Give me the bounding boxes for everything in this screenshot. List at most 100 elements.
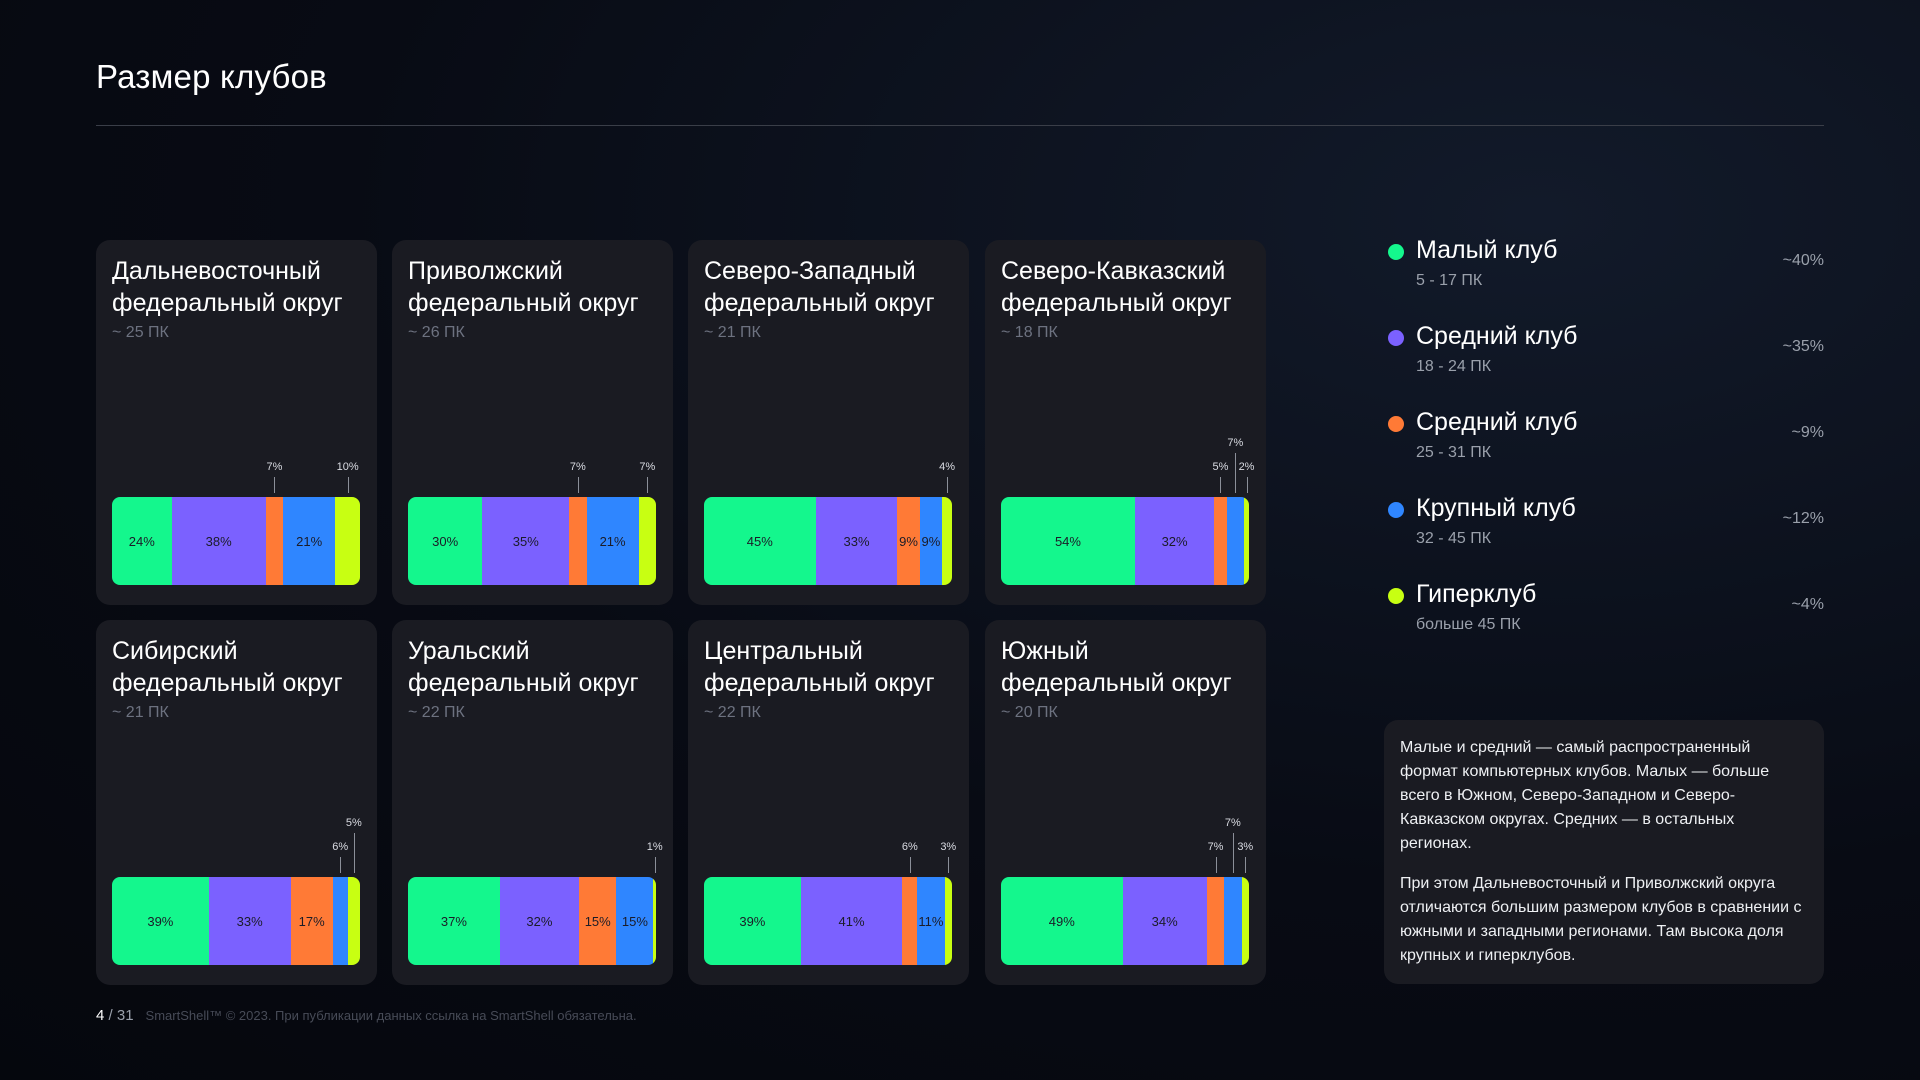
bar-segment-medium2: [1214, 497, 1227, 585]
legend-dot-icon: [1388, 244, 1404, 260]
callout-label: 7%: [266, 461, 283, 473]
legend-range: 18 - 24 ПК: [1416, 358, 1492, 375]
region-card: Южный федеральный округ ~ 20 ПК 49% 34% 7% 7% 3…: [985, 620, 1266, 985]
copyright: SmartShell™ © 2023. При публикации данны…: [145, 1008, 637, 1023]
legend-dot-icon: [1388, 502, 1404, 518]
legend-range: больше 45 ПК: [1416, 616, 1521, 633]
region-title-line: Южный: [1001, 637, 1089, 665]
callout-label: 7%: [569, 461, 586, 473]
region-title-line: федеральный округ: [1001, 289, 1232, 317]
region-title-line: Приволжский: [408, 257, 563, 285]
region-title: Уральский федеральный округ: [408, 635, 668, 699]
region-title: Приволжский федеральный округ: [408, 255, 668, 319]
legend-share: ~12%: [1782, 510, 1824, 527]
legend-name: Крупный клуб: [1416, 494, 1576, 522]
stacked-bar: 49% 34%: [1001, 877, 1249, 965]
legend-dot-icon: [1388, 330, 1404, 346]
bar-segment-small: 54%: [1001, 497, 1135, 585]
note-box: Малые и средний — самый распространенный…: [1384, 720, 1824, 984]
callout-line: [1232, 833, 1234, 873]
region-pc-count: ~ 18 ПК: [1001, 324, 1058, 341]
stacked-bar: 24% 38% 21%: [112, 497, 360, 585]
legend-item: Средний клуб 25 - 31 ПК ~9%: [1388, 408, 1824, 472]
bar-segment-medium: 35%: [482, 497, 570, 585]
callout-line: [647, 477, 649, 493]
legend-range: 25 - 31 ПК: [1416, 444, 1492, 461]
bar-segment-hyper: [944, 877, 952, 965]
callout-label: 5%: [1212, 461, 1229, 473]
bar-segment-small: 45%: [704, 497, 816, 585]
stacked-bar: 39% 41% 11%: [704, 877, 952, 965]
region-card: Сибирский федеральный округ ~ 21 ПК 39% 33% 1…: [96, 620, 377, 985]
region-pc-count: ~ 22 ПК: [408, 704, 465, 721]
bar-segment-large: 21%: [586, 497, 639, 585]
legend-dot-icon: [1388, 588, 1404, 604]
bar-segment-small: 30%: [408, 497, 483, 585]
legend-share: ~4%: [1791, 596, 1824, 613]
region-pc-count: ~ 21 ПК: [112, 704, 169, 721]
callout-line: [1245, 857, 1247, 873]
region-title: Дальневосточный федеральный округ: [112, 255, 372, 319]
region-pc-count: ~ 26 ПК: [408, 324, 465, 341]
legend-range: 32 - 45 ПК: [1416, 530, 1492, 547]
region-title-line: федеральный округ: [112, 669, 343, 697]
callout-line: [909, 857, 911, 873]
note-paragraph-1: Малые и средний — самый распространенный…: [1400, 739, 1770, 852]
region-pc-count: ~ 25 ПК: [112, 324, 169, 341]
callout-label: 6%: [901, 841, 918, 853]
legend-item: Малый клуб 5 - 17 ПК ~40%: [1388, 236, 1824, 300]
bar-segment-medium: 33%: [815, 497, 898, 585]
region-title-line: Сибирский: [112, 637, 238, 665]
region-title: Центральный федеральный округ: [704, 635, 964, 699]
legend-range: 5 - 17 ПК: [1416, 272, 1483, 289]
bar-segment-medium2: 17%: [290, 877, 333, 965]
stacked-bar: 30% 35% 21%: [408, 497, 656, 585]
region-card: Дальневосточный федеральный округ ~ 25 ПК 2…: [96, 240, 377, 605]
callout-label: 3%: [1237, 841, 1254, 853]
bar-segment-medium: 34%: [1122, 877, 1207, 965]
region-title: Северо-Западный федеральный округ: [704, 255, 964, 319]
legend-name: Средний клуб: [1416, 322, 1578, 350]
bar-segment-medium: 32%: [499, 877, 580, 965]
region-title-line: Северо-Кавказский: [1001, 257, 1226, 285]
region-title-line: федеральный округ: [704, 669, 935, 697]
bar-segment-small: 39%: [112, 877, 209, 965]
region-card: Центральный федеральный округ ~ 22 ПК 39% 41…: [688, 620, 969, 985]
region-title-line: Дальневосточный: [112, 257, 321, 285]
region-pc-count: ~ 21 ПК: [704, 324, 761, 341]
region-title-line: Северо-Западный: [704, 257, 916, 285]
legend-share: ~9%: [1791, 424, 1824, 441]
bar-segment-large: 21%: [283, 497, 336, 585]
callout-line: [353, 833, 355, 873]
bar-segment-hyper: [335, 497, 360, 585]
callout-label: 7%: [639, 461, 656, 473]
legend-share: ~35%: [1782, 338, 1824, 355]
callout-label: 5%: [345, 817, 362, 829]
callout-line: [947, 477, 949, 493]
footer: 4 / 31 SmartShell™ © 2023. При публикации…: [96, 1007, 637, 1024]
bar-segment-medium: 33%: [208, 877, 291, 965]
region-pc-count: ~ 20 ПК: [1001, 704, 1058, 721]
callout-line: [1246, 477, 1248, 493]
title-divider: [96, 125, 1824, 126]
region-title-line: Уральский: [408, 637, 530, 665]
bar-segment-large: [332, 877, 348, 965]
callout-label: 10%: [336, 461, 359, 473]
stacked-bar: 45% 33% 9% 9%: [704, 497, 952, 585]
legend-name: Малый клуб: [1416, 236, 1558, 264]
bar-segment-small: 37%: [408, 877, 500, 965]
legend-name: Гиперклуб: [1416, 580, 1537, 608]
callout-label: 7%: [1227, 437, 1244, 449]
bar-segment-small: 39%: [704, 877, 801, 965]
bar-segment-hyper: [1244, 497, 1249, 585]
region-title-line: федеральный округ: [408, 289, 639, 317]
bar-segment-hyper: [347, 877, 360, 965]
callout-line: [654, 857, 656, 873]
region-title-line: Центральный: [704, 637, 863, 665]
callout-label: 1%: [646, 841, 663, 853]
callout-label: 6%: [332, 841, 349, 853]
stacked-bar: 37% 32% 15% 15%: [408, 877, 656, 965]
callout-line: [340, 857, 342, 873]
bar-segment-medium2: 15%: [579, 877, 617, 965]
callout-line: [948, 857, 950, 873]
